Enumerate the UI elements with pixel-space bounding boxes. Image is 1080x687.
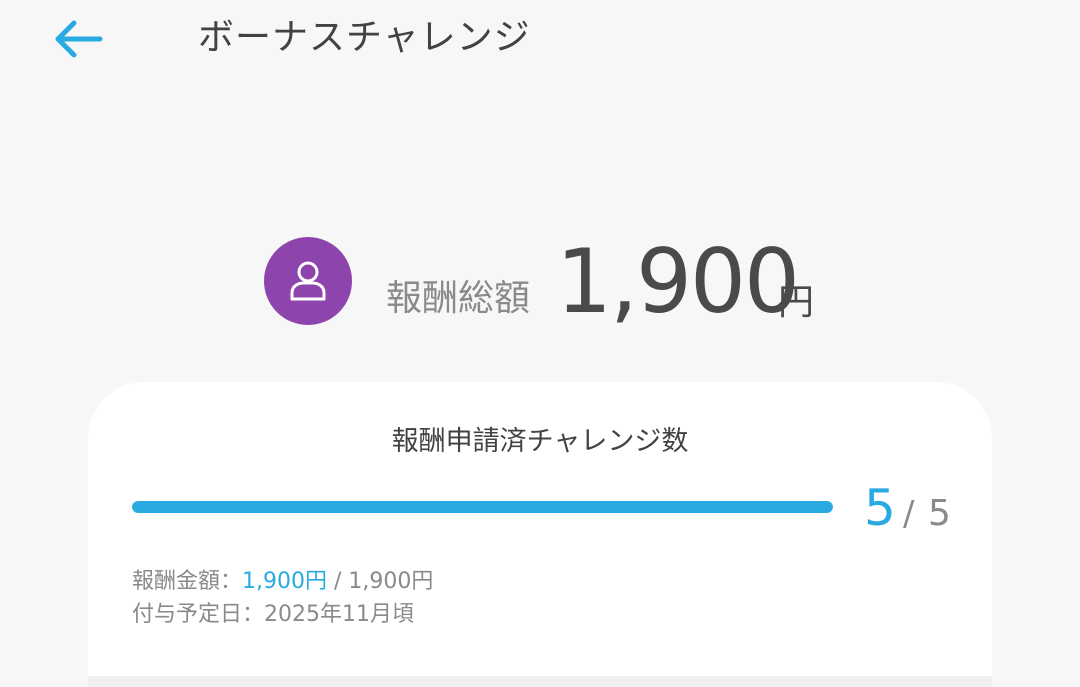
scheduled-date-line: 付与予定日：2025年11月頃 (132, 600, 414, 630)
reward-total-summary: 報酬総額 1,900 円 (0, 232, 1080, 332)
total-reward-amount: 1,900 (556, 230, 800, 333)
progress-count-current: 5 (864, 479, 896, 537)
reward-amount-earned: 1,900円 (242, 569, 327, 594)
progress-bar-fill (132, 501, 833, 513)
avatar (264, 237, 352, 325)
app-header: ボーナスチャレンジ (0, 0, 1080, 80)
scheduled-date-value: 2025年11月頃 (264, 602, 414, 627)
progress-bar (132, 501, 833, 513)
arrow-left-icon (55, 20, 103, 58)
reward-amount-line: 報酬金額：1,900円 / 1,900円 (132, 567, 433, 597)
reward-amount-label: 報酬金額： (132, 569, 243, 594)
progress-count-separator: / (903, 494, 915, 534)
user-icon (290, 261, 326, 301)
reward-amount-separator: / (327, 569, 349, 594)
total-reward-label: 報酬総額 (386, 278, 531, 319)
scheduled-date-label: 付与予定日： (132, 602, 265, 627)
total-reward-unit: 円 (778, 282, 815, 323)
reward-amount-max: 1,900円 (348, 569, 434, 594)
back-button[interactable] (40, 12, 114, 66)
challenge-progress-card: 報酬申請済チャレンジ数 5 / 5 報酬金額：1,900円 / 1,900円 付… (88, 382, 992, 687)
card-bottom-divider (88, 676, 992, 687)
card-title: 報酬申請済チャレンジ数 (391, 426, 689, 457)
progress-count-total: 5 (928, 493, 951, 534)
page-title: ボーナスチャレンジ (198, 17, 531, 58)
bonus-challenge-screen: ボーナスチャレンジ 報酬総額 1,900 円 報酬申請済チャレンジ数 5 / 5… (0, 0, 1080, 687)
